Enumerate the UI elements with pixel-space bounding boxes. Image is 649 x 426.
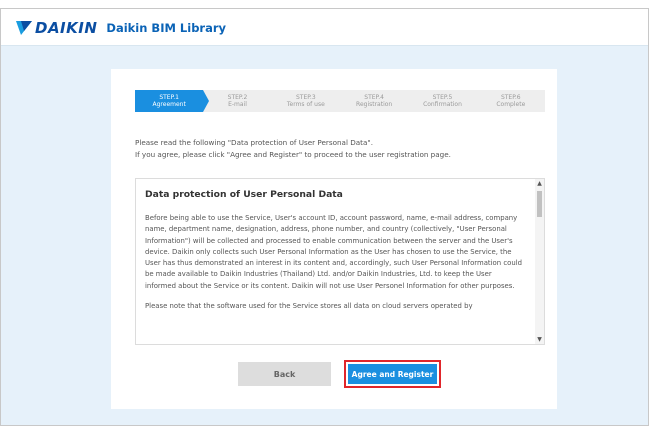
- step-registration: STEP.4 Registration: [340, 90, 408, 112]
- step-progress-bar: STEP.1 Agreement STEP.2 E-mail STEP.3 Te…: [135, 90, 545, 112]
- scroll-up-arrow-icon[interactable]: ▲: [535, 179, 544, 188]
- policy-paragraph: Please note that the software used for t…: [145, 302, 473, 311]
- scrollbar-thumb[interactable]: [537, 191, 542, 217]
- policy-scroll-box[interactable]: Data protection of User Personal Data Be…: [135, 178, 545, 345]
- step-label: Confirmation: [423, 101, 462, 108]
- policy-paragraph: Before being able to use the Service, Us…: [145, 214, 522, 290]
- step-confirmation: STEP.5 Confirmation: [408, 90, 476, 112]
- step-terms-of-use: STEP.3 Terms of use: [272, 90, 340, 112]
- step-email: STEP.2 E-mail: [203, 90, 271, 112]
- logo-wordmark: DAIKIN: [35, 19, 98, 37]
- step-label: Agreement: [152, 101, 186, 108]
- step-label: Registration: [356, 101, 393, 108]
- step-number: STEP.3: [295, 93, 316, 101]
- daikin-logo[interactable]: DAIKIN Daikin BIM Library: [15, 18, 226, 38]
- step-label: E-mail: [228, 101, 247, 108]
- step-label: Complete: [496, 101, 526, 108]
- step-number: STEP.6: [500, 93, 521, 101]
- scroll-down-arrow-icon[interactable]: ▼: [535, 335, 544, 344]
- step-number: STEP.2: [227, 93, 248, 101]
- agree-and-register-button[interactable]: Agree and Register: [348, 364, 437, 384]
- site-header: DAIKIN Daikin BIM Library: [1, 9, 648, 46]
- back-button[interactable]: Back: [238, 362, 331, 386]
- step-agreement: STEP.1 Agreement: [135, 90, 210, 112]
- step-number: STEP.5: [432, 93, 453, 101]
- policy-content: Data protection of User Personal Data Be…: [145, 189, 523, 321]
- agree-button-highlight: Agree and Register: [344, 360, 441, 388]
- browser-frame: DAIKIN Daikin BIM Library STEP.1 Agreeme…: [0, 8, 649, 426]
- step-number: STEP.1: [159, 93, 179, 101]
- instruction-line-2: If you agree, please click "Agree and Re…: [135, 149, 451, 159]
- policy-scrollbar[interactable]: ▲ ▼: [535, 179, 544, 344]
- policy-title: Data protection of User Personal Data: [145, 189, 343, 200]
- daikin-logo-mark-icon: [15, 20, 33, 36]
- step-number: STEP.4: [364, 93, 384, 101]
- app-title: Daikin BIM Library: [106, 21, 227, 35]
- instruction-line-1: Please read the following "Data protecti…: [135, 138, 373, 147]
- instructions: Please read the following "Data protecti…: [135, 137, 545, 160]
- step-label: Terms of use: [286, 101, 325, 108]
- registration-card: STEP.1 Agreement STEP.2 E-mail STEP.3 Te…: [111, 69, 557, 409]
- step-complete: STEP.6 Complete: [477, 90, 545, 112]
